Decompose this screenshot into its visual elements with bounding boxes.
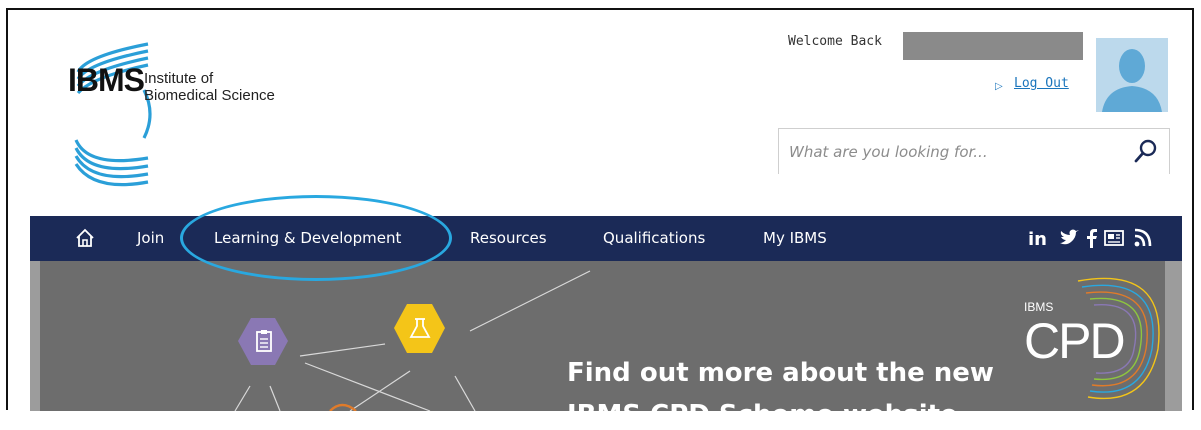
logo-name: Institute of Biomedical Science [144,70,275,104]
promo-banner[interactable] [30,261,1182,411]
newsletter-icon[interactable] [1103,227,1125,249]
nav-item-qualifications[interactable]: Qualifications [603,229,705,247]
redacted-username [903,32,1083,60]
welcome-text: Welcome Back [788,34,882,49]
banner-edge-left [30,261,40,411]
search-box [778,128,1170,174]
clipboard-icon [256,330,272,352]
user-silhouette-icon [1102,49,1162,112]
nav-item-learning-development[interactable]: Learning & Development [214,229,401,247]
main-nav: Join Learning & Development Resources Qu… [30,216,1182,261]
avatar[interactable] [1096,38,1168,112]
facebook-icon[interactable] [1086,227,1098,249]
logo-name-line1: Institute of [144,70,214,87]
nav-item-my-ibms[interactable]: My IBMS [763,229,827,247]
banner-heading-line2[interactable]: IBMS CPD Scheme website [567,400,958,430]
logout-link[interactable]: Log Out [1014,76,1069,91]
search-icon[interactable] [1133,138,1159,164]
arrow-right-icon: ▷ [995,81,1003,92]
banner-heading[interactable]: Find out more about the new [567,358,994,388]
banner-edge-right [1165,261,1182,411]
rss-icon[interactable] [1133,227,1153,249]
twitter-icon[interactable] [1058,227,1080,249]
cpd-badge-big-text: CPD [1024,313,1126,369]
ibms-logo[interactable] [66,30,306,200]
search-input[interactable] [787,137,1121,167]
flask-icon [409,318,431,338]
nav-item-resources[interactable]: Resources [470,229,547,247]
logo-name-line2: Biomedical Science [144,87,275,104]
home-icon[interactable] [74,227,96,249]
logo-abbrev: IBMS [68,62,145,98]
network-graphic [234,270,591,411]
nav-item-join[interactable]: Join [137,229,164,247]
svg-text:in: in [1028,229,1047,249]
linkedin-icon[interactable]: in [1028,227,1052,249]
